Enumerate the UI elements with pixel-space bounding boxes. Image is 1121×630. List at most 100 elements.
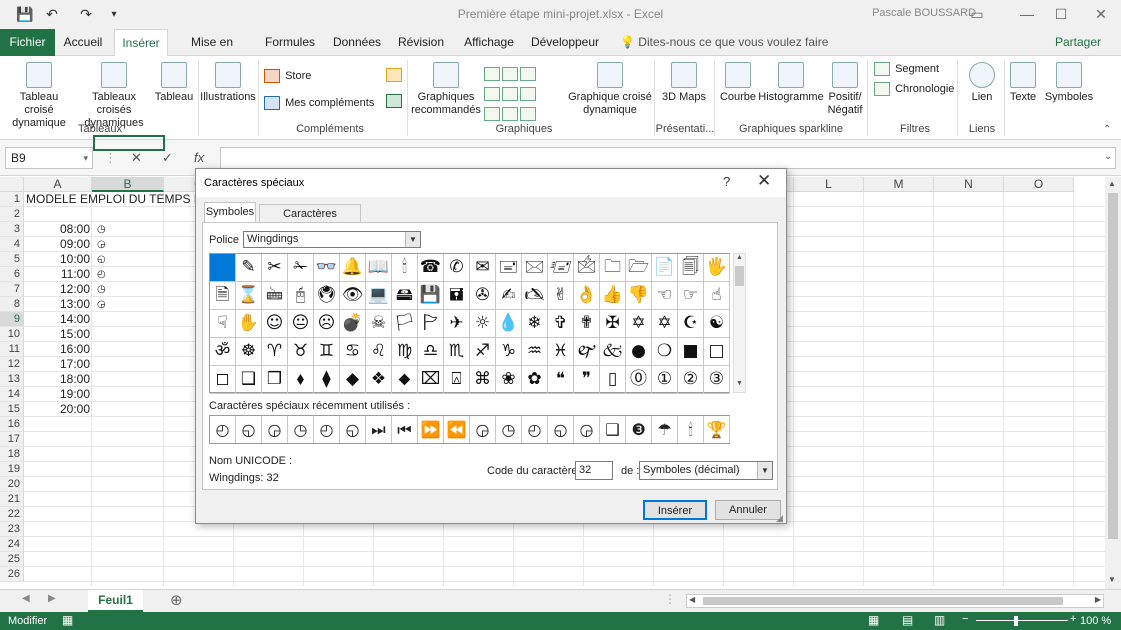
- radar-chart-icon[interactable]: [520, 107, 536, 122]
- minimize-icon[interactable]: —: [1012, 3, 1042, 25]
- symbol-cell[interactable]: ✇: [470, 282, 496, 310]
- hierarchy-chart-icon[interactable]: [502, 67, 518, 82]
- row-header-14[interactable]: 14: [0, 387, 24, 402]
- cancel-button[interactable]: Annuler: [715, 500, 781, 520]
- symbol-cell[interactable]: 👍: [600, 282, 626, 310]
- tab-page-layout[interactable]: Mise en page: [176, 29, 248, 76]
- symbol-cell[interactable]: ❑: [236, 366, 262, 394]
- row-header-4[interactable]: 4: [0, 237, 24, 252]
- symbol-cell[interactable]: ☎: [418, 254, 444, 282]
- pie-chart-icon[interactable]: [484, 107, 500, 122]
- illustrations-button[interactable]: Illustrations: [199, 62, 257, 104]
- symbol-cell[interactable]: ☺: [262, 310, 288, 338]
- vertical-scrollbar[interactable]: ▲ ▼: [1105, 177, 1121, 589]
- recent-symbol[interactable]: 🕯: [678, 416, 704, 443]
- symbol-cell[interactable]: ☹: [314, 310, 340, 338]
- zoom-out-icon[interactable]: −: [962, 613, 968, 625]
- recent-symbol[interactable]: ◴: [522, 416, 548, 443]
- symbol-cell[interactable]: ♊: [314, 338, 340, 366]
- symbol-cell[interactable]: 🖮: [262, 282, 288, 310]
- clock-cell[interactable]: ◴: [97, 267, 106, 282]
- recent-symbol[interactable]: ⏩: [418, 416, 444, 443]
- column-header-a[interactable]: A: [24, 177, 92, 192]
- row-header-6[interactable]: 6: [0, 267, 24, 282]
- symbol-cell[interactable]: ❍: [652, 338, 678, 366]
- close-icon[interactable]: ✕: [757, 171, 771, 191]
- symbol-cell[interactable]: 🖂: [522, 254, 548, 282]
- recent-symbol[interactable]: ◶: [574, 416, 600, 443]
- page-break-view-icon[interactable]: ▥: [934, 613, 945, 627]
- chevron-down-icon[interactable]: ▼: [405, 232, 420, 247]
- symbol-cell[interactable]: ⍓: [444, 366, 470, 394]
- symbol-cell[interactable]: ♓: [548, 338, 574, 366]
- recommended-pivot-button[interactable]: Tableaux croisés dynamiques: [76, 62, 152, 130]
- recent-symbol[interactable]: ◴: [210, 416, 236, 443]
- recent-symbol[interactable]: 🏆: [704, 416, 730, 443]
- symbol-cell[interactable]: □: [704, 338, 730, 366]
- scroll-down-icon[interactable]: ▼: [736, 380, 743, 387]
- symbol-cell[interactable]: 🖲: [314, 282, 340, 310]
- recent-symbol[interactable]: ⏪: [444, 416, 470, 443]
- recent-symbol[interactable]: ❸: [626, 416, 652, 443]
- symbol-cell[interactable]: ●: [626, 338, 652, 366]
- symbol-cell[interactable]: ❒: [262, 366, 288, 394]
- recent-symbol[interactable]: ◵: [548, 416, 574, 443]
- clock-cell[interactable]: ◷: [97, 282, 106, 297]
- symbol-cell[interactable]: 🙵: [600, 338, 626, 366]
- symbol-cell[interactable]: 🙰: [574, 338, 600, 366]
- expand-formula-icon[interactable]: ⌄: [1104, 151, 1112, 162]
- symbol-cell[interactable]: ☪: [678, 310, 704, 338]
- chevron-down-icon[interactable]: ▾: [83, 148, 88, 168]
- normal-view-icon[interactable]: ▦: [868, 613, 879, 627]
- symbol-cell[interactable]: 💾: [418, 282, 444, 310]
- symbol-cell[interactable]: ✟: [574, 310, 600, 338]
- chevron-down-icon[interactable]: ▼: [757, 462, 772, 479]
- symbol-cell[interactable]: 🖴: [392, 282, 418, 310]
- symbol-cell[interactable]: ✌: [548, 282, 574, 310]
- symbol-cell[interactable]: ⧫: [314, 366, 340, 394]
- scroll-up-icon[interactable]: ▲: [1108, 179, 1116, 188]
- time-cell[interactable]: 20:00: [24, 402, 90, 417]
- symbol-cell[interactable]: ❀: [496, 366, 522, 394]
- row-header-11[interactable]: 11: [0, 342, 24, 357]
- select-all-corner[interactable]: [0, 177, 24, 192]
- symbol-cell[interactable]: 🖄: [574, 254, 600, 282]
- symbol-cell[interactable]: ☜: [652, 282, 678, 310]
- scroll-up-icon[interactable]: ▲: [736, 254, 743, 261]
- row-header-15[interactable]: 15: [0, 402, 24, 417]
- clock-cell[interactable]: ◶: [97, 237, 106, 252]
- time-cell[interactable]: 08:00: [24, 222, 90, 237]
- symbol-cell[interactable]: 👁: [340, 282, 366, 310]
- row-header-20[interactable]: 20: [0, 477, 24, 492]
- bing-maps-button[interactable]: [386, 68, 404, 82]
- symbol-cell[interactable]: 📖: [366, 254, 392, 282]
- add-sheet-icon[interactable]: ⊕: [170, 591, 183, 609]
- symbol-cell[interactable]: ✠: [600, 310, 626, 338]
- symbol-cell[interactable]: [210, 254, 236, 282]
- row-header-10[interactable]: 10: [0, 327, 24, 342]
- row-header-22[interactable]: 22: [0, 507, 24, 522]
- symbol-cell[interactable]: 🖰: [288, 282, 314, 310]
- zoom-slider-thumb[interactable]: [1014, 616, 1018, 626]
- symbol-cell[interactable]: ■: [678, 338, 704, 366]
- symbol-cell[interactable]: ◻: [210, 366, 236, 394]
- line-chart-icon[interactable]: [520, 67, 536, 82]
- tab-formulas[interactable]: Formules: [262, 29, 318, 56]
- statistic-chart-icon[interactable]: [484, 87, 500, 102]
- symbol-grid-scrollbar[interactable]: ▲ ▼: [733, 253, 746, 393]
- collapse-ribbon-icon[interactable]: ⌃: [1103, 124, 1111, 135]
- symbol-grid[interactable]: ✎ ✂ ✁ 👓 🔔 📖 🕯 ☎ ✆ ✉ 🖃 🖂 🖅 🖄 🗀 🗁 📄 🗐 🖐 🗎 ⌛ 🖮 🖰 🖲 👁 💻 🖴 💾 🖬 ✇ ✍ 🖎 ✌ 👌 👍 👎 ☜ ☞ ☝ ☟…: [209, 253, 730, 394]
- symbol-cell[interactable]: ♑: [496, 338, 522, 366]
- user-name[interactable]: Pascale BOUSSARD: [872, 7, 976, 19]
- symbol-cell[interactable]: ☞: [678, 282, 704, 310]
- row-header-19[interactable]: 19: [0, 462, 24, 477]
- symbol-cell[interactable]: ☸: [236, 338, 262, 366]
- zoom-slider[interactable]: [976, 620, 1068, 621]
- insert-function-icon[interactable]: fx: [194, 150, 204, 165]
- cancel-formula-icon[interactable]: ✕: [131, 150, 142, 166]
- pivot-table-button[interactable]: Tableau croisé dynamique: [4, 62, 74, 130]
- column-chart-icon[interactable]: [484, 67, 500, 82]
- combo-chart-icon[interactable]: [502, 87, 518, 102]
- from-select[interactable]: Symboles (décimal) ▼: [639, 461, 773, 480]
- symbol-cell[interactable]: ♋: [340, 338, 366, 366]
